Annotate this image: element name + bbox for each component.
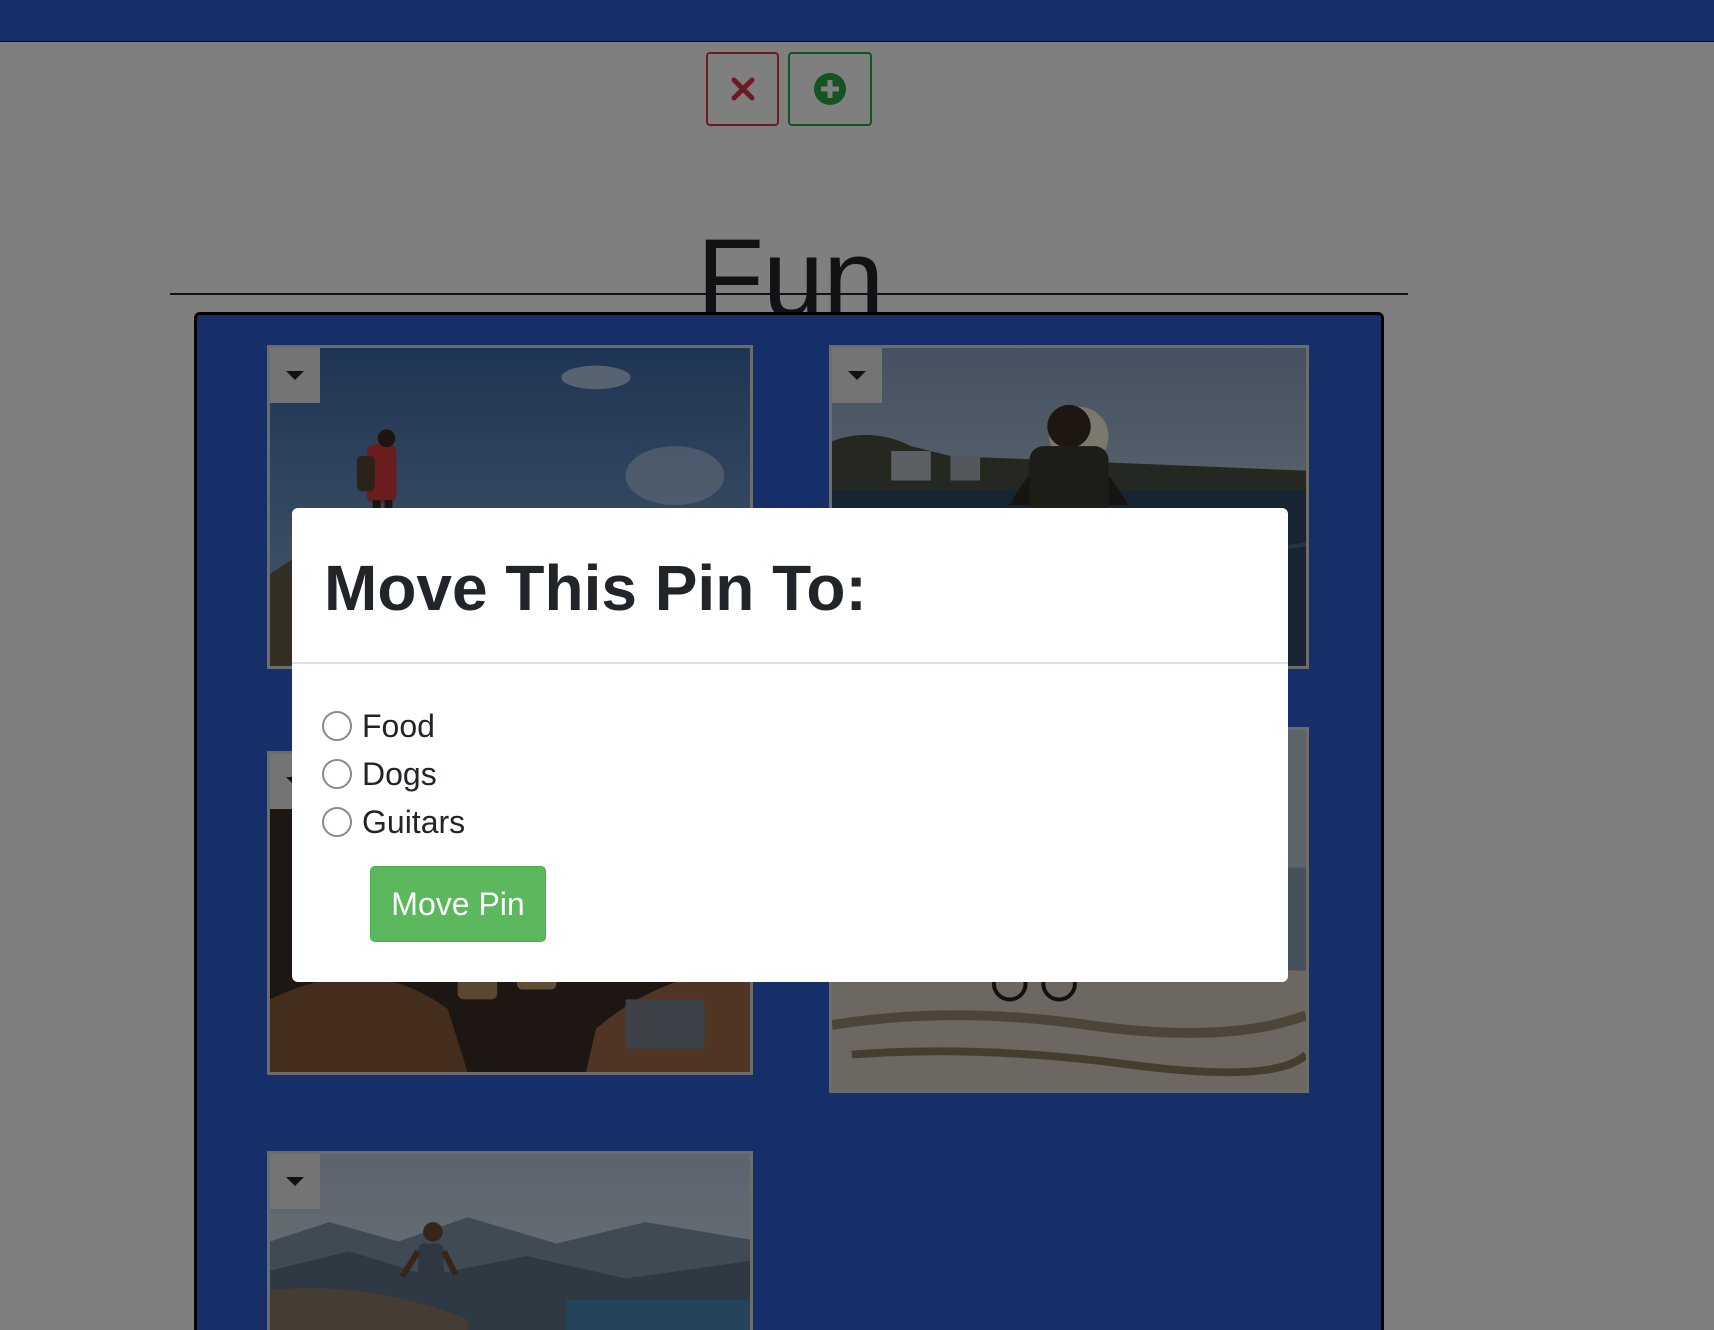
board-option-label: Guitars (362, 803, 466, 840)
board-option-guitars[interactable]: Guitars (322, 798, 1288, 846)
move-pin-button[interactable]: Move Pin (370, 866, 546, 942)
board-option-food[interactable]: Food (322, 702, 1288, 750)
modal-title: Move This Pin To: (324, 552, 867, 624)
modal-body: Food Dogs Guitars Move Pin (292, 664, 1288, 942)
board-option-dogs[interactable]: Dogs (322, 750, 1288, 798)
radio-button[interactable] (322, 807, 352, 837)
board-option-label: Food (362, 707, 435, 744)
move-pin-modal: Move This Pin To: Food Dogs Guitars Move… (292, 508, 1288, 982)
board-option-label: Dogs (362, 755, 437, 792)
radio-button[interactable] (322, 759, 352, 789)
radio-button[interactable] (322, 711, 352, 741)
modal-header: Move This Pin To: (292, 508, 1288, 664)
